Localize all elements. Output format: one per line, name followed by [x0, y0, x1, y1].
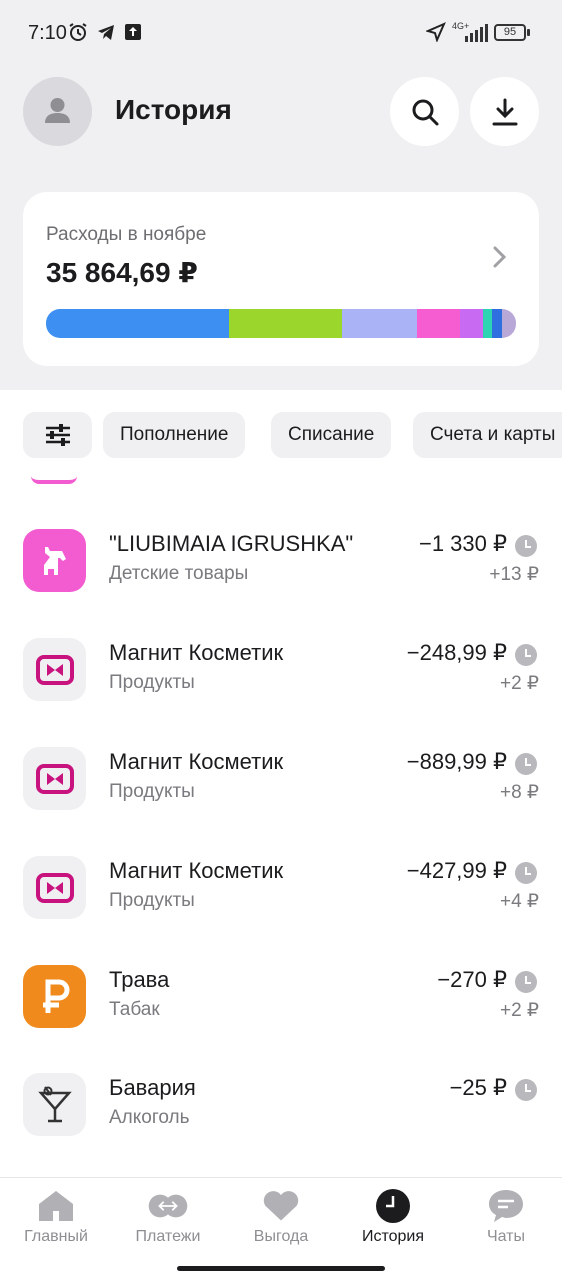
pending-clock-icon	[515, 862, 537, 884]
search-icon	[412, 99, 438, 125]
download-button[interactable]	[470, 77, 539, 146]
expense-segment-2	[342, 309, 418, 338]
pending-clock-icon	[515, 1079, 537, 1101]
heart-icon	[261, 1188, 301, 1224]
transaction-category: Продукты	[109, 781, 195, 802]
nav-item-history[interactable]: История	[337, 1188, 449, 1246]
status-bar: 7:10 4G+ 95	[0, 0, 562, 66]
transaction-amount: −427,99 ₽	[406, 858, 507, 883]
pending-clock-icon	[515, 644, 537, 666]
transaction-amount: −270 ₽	[437, 967, 507, 992]
transaction-row[interactable]: "LIUBIMAIA IGRUSHKA" Детские товары −1 3…	[0, 529, 562, 609]
transaction-row[interactable]: Магнит Косметик Продукты −427,99 ₽ +4 ₽	[0, 856, 562, 936]
filter-settings-button[interactable]	[23, 412, 92, 458]
sliders-icon	[45, 424, 70, 446]
expense-segment-4	[459, 309, 484, 338]
nav-label: История	[361, 1228, 425, 1245]
expenses-total: 35 864,69 ₽	[46, 257, 198, 288]
upload-icon	[125, 24, 141, 40]
nav-label: Главный	[24, 1228, 88, 1245]
transaction-amount: −1 330 ₽	[418, 531, 507, 556]
download-icon	[492, 98, 517, 125]
expense-segment-5	[483, 309, 493, 338]
transaction-cashback: +4 ₽	[499, 891, 539, 912]
transaction-row[interactable]: Трава Табак −270 ₽ +2 ₽	[0, 965, 562, 1045]
transaction-cashback: +2 ₽	[499, 1000, 539, 1021]
transaction-merchant: Магнит Косметик	[109, 749, 284, 774]
expenses-label: Расходы в ноябре	[46, 224, 207, 245]
home-indicator	[177, 1266, 385, 1271]
chevron-right-icon	[493, 246, 507, 268]
transaction-row[interactable]: Магнит Косметик Продукты −889,99 ₽ +8 ₽	[0, 747, 562, 827]
magnit-cosmetic-logo	[23, 747, 86, 810]
avatar[interactable]	[23, 77, 92, 146]
transaction-cashback: +13 ₽	[489, 564, 539, 585]
horse-toy-icon	[23, 529, 86, 592]
telegram-icon	[98, 25, 114, 40]
transaction-merchant: Магнит Косметик	[109, 858, 284, 883]
transaction-category: Детские товары	[109, 563, 249, 584]
filter-chip-accounts[interactable]: Счета и карты	[413, 412, 562, 458]
cocktail-icon	[23, 1073, 86, 1136]
search-button[interactable]	[390, 77, 459, 146]
page-title: История	[115, 94, 232, 125]
nav-item-benefits[interactable]: Выгода	[225, 1188, 337, 1246]
pending-clock-icon	[515, 971, 537, 993]
pending-clock-icon	[515, 753, 537, 775]
transaction-merchant: "LIUBIMAIA IGRUSHKA"	[109, 531, 354, 556]
transaction-merchant: Трава	[109, 967, 170, 992]
expense-segment-1	[229, 309, 343, 338]
user-icon	[45, 98, 70, 123]
expenses-card[interactable]: Расходы в ноябре 35 864,69 ₽	[23, 192, 539, 366]
nav-item-payments[interactable]: Платежи	[112, 1188, 224, 1246]
transaction-cashback: +8 ₽	[499, 782, 539, 803]
expenses-category-bar	[46, 309, 516, 338]
nav-item-home[interactable]: Главный	[0, 1188, 112, 1246]
transaction-merchant: Магнит Косметик	[109, 640, 284, 665]
magnit-cosmetic-logo	[23, 638, 86, 701]
bottom-navigation: Главный Платежи Выгода История Чаты	[0, 1177, 562, 1280]
nav-label: Чаты	[486, 1228, 526, 1245]
transaction-category: Алкоголь	[109, 1107, 190, 1128]
pending-clock-icon	[515, 535, 537, 557]
home-icon	[36, 1188, 76, 1224]
signal-icon	[465, 24, 488, 42]
history-clock-icon	[373, 1188, 413, 1224]
transaction-amount: −248,99 ₽	[406, 640, 507, 665]
transaction-category: Продукты	[109, 890, 195, 911]
transaction-amount: −25 ₽	[449, 1075, 507, 1100]
battery-tip	[527, 29, 530, 36]
partial-list-item	[31, 476, 77, 484]
chat-icon	[486, 1188, 526, 1224]
expense-segment-3	[417, 309, 460, 338]
alarm-icon	[69, 23, 87, 41]
transaction-cashback: +2 ₽	[499, 673, 539, 694]
nav-item-chats[interactable]: Чаты	[450, 1188, 562, 1246]
transaction-row[interactable]: Бавария Алкоголь −25 ₽	[0, 1073, 562, 1153]
magnit-cosmetic-logo	[23, 856, 86, 919]
nav-label: Платежи	[135, 1228, 201, 1245]
expense-segment-0	[46, 309, 230, 338]
transaction-row[interactable]: Магнит Косметик Продукты −248,99 ₽ +2 ₽	[0, 638, 562, 718]
expense-segment-6	[492, 309, 502, 338]
transaction-amount: −889,99 ₽	[406, 749, 507, 774]
payments-icon	[148, 1188, 188, 1224]
ruble-icon	[23, 965, 86, 1028]
filter-chip-debit[interactable]: Списание	[271, 412, 392, 458]
transaction-category: Продукты	[109, 672, 195, 693]
status-time: 7:10	[28, 22, 67, 44]
transaction-merchant: Бавария	[109, 1075, 196, 1100]
nav-label: Выгода	[253, 1228, 309, 1245]
filter-chips: Пополнение Списание Счета и карты	[0, 412, 562, 458]
battery-indicator: 95	[494, 24, 526, 41]
location-arrow-icon	[426, 22, 446, 42]
filter-chip-topup[interactable]: Пополнение	[103, 412, 246, 458]
transaction-category: Табак	[109, 999, 160, 1020]
expense-segment-7	[501, 309, 516, 338]
